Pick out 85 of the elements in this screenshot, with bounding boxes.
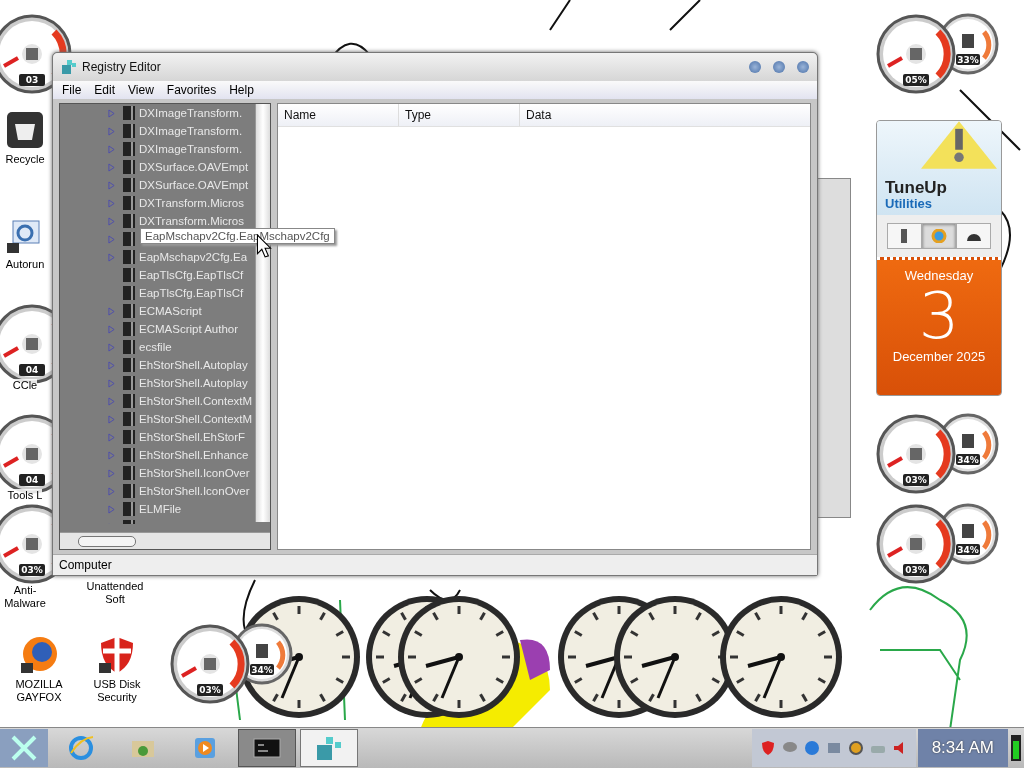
- desktop-icon-label[interactable]: Tools L: [7, 489, 43, 502]
- expand-arrow-icon[interactable]: [108, 144, 115, 154]
- desktop-icon-label[interactable]: Autorun: [5, 258, 45, 271]
- expand-arrow-icon[interactable]: [108, 450, 115, 460]
- menu-item[interactable]: View: [123, 83, 162, 97]
- expand-arrow-icon[interactable]: [108, 414, 115, 424]
- desktop-icon-label[interactable]: Recycle: [5, 153, 45, 166]
- expand-arrow-icon[interactable]: [108, 234, 115, 244]
- expand-arrow-icon[interactable]: [108, 324, 115, 334]
- tree-item[interactable]: DXTransform.Micros: [139, 197, 244, 209]
- expand-arrow-icon[interactable]: [108, 162, 115, 172]
- warning-icon: [921, 121, 997, 169]
- tree-item[interactable]: DXImageTransform.: [139, 107, 243, 119]
- tree-item[interactable]: DXImageTransform.: [139, 125, 243, 137]
- expand-arrow-icon[interactable]: [108, 108, 115, 118]
- color-wheel-icon: [931, 229, 947, 243]
- network-icon[interactable]: [825, 740, 842, 756]
- expand-arrow-icon[interactable]: [108, 198, 115, 208]
- info-icon[interactable]: [803, 740, 820, 756]
- tree-item[interactable]: EapTlsCfg.EapTlsCf: [139, 269, 244, 281]
- expand-arrow-icon[interactable]: [108, 360, 115, 370]
- brand-subtitle: Utilities: [885, 197, 933, 211]
- maximize-button[interactable]: [773, 61, 785, 73]
- window-title: Registry Editor: [82, 60, 162, 74]
- cubes-icon: [61, 59, 77, 75]
- menu-item[interactable]: Edit: [89, 83, 124, 97]
- tree-item[interactable]: ECMAScript: [139, 305, 202, 317]
- tree-item[interactable]: EhStorShell.IconOver: [139, 467, 250, 479]
- expand-arrow-icon[interactable]: [108, 378, 115, 388]
- weekday-label: Wednesday: [904, 268, 974, 283]
- expand-arrow-icon[interactable]: [108, 468, 115, 478]
- expand-arrow-icon[interactable]: [108, 252, 115, 262]
- horizontal-scrollbar[interactable]: [60, 532, 270, 549]
- expand-arrow-icon[interactable]: [108, 486, 115, 496]
- expand-arrow-icon[interactable]: [108, 342, 115, 352]
- system-clock[interactable]: 8:34 AM: [917, 729, 1008, 767]
- tree-item[interactable]: EhStorShell.IconOver: [139, 485, 250, 497]
- x-logo-icon: [9, 733, 39, 763]
- tree-item[interactable]: DXSurface.OAVEmpt: [139, 161, 249, 173]
- menu-item[interactable]: File: [57, 83, 90, 97]
- tree-item[interactable]: EapMschapv2Cfg.Ea: [139, 251, 248, 263]
- column-header[interactable]: Data: [520, 104, 810, 126]
- menu-item[interactable]: Help: [224, 83, 262, 97]
- battery-icon: [1010, 733, 1022, 763]
- fox-globe-icon[interactable]: [19, 635, 59, 675]
- expand-arrow-icon[interactable]: [108, 306, 115, 316]
- recycle-bin-icon[interactable]: [5, 110, 45, 150]
- expand-arrow-icon[interactable]: [108, 396, 115, 406]
- tree-item[interactable]: ELMFile: [139, 503, 182, 515]
- tree-item[interactable]: DXImageTransform.: [139, 143, 243, 155]
- tree-item[interactable]: EhStorShell.ContextM: [139, 395, 253, 407]
- month-year-label: December 2025: [892, 349, 986, 364]
- start-button[interactable]: [0, 729, 48, 767]
- expand-arrow-icon[interactable]: [108, 126, 115, 136]
- expand-arrow-icon[interactable]: [108, 180, 115, 190]
- taskbar-button[interactable]: [300, 729, 358, 767]
- gear-icon[interactable]: [847, 740, 864, 756]
- close-button[interactable]: [797, 61, 809, 73]
- tree-item[interactable]: EhStorShell.Enhance: [139, 449, 249, 461]
- tree-item[interactable]: DXSurface.OAVEmpt: [139, 179, 249, 191]
- minimize-button[interactable]: [749, 61, 761, 73]
- tree-item[interactable]: EhStorShell.Autoplay: [139, 359, 248, 371]
- tree-item[interactable]: ecsfile: [139, 341, 172, 353]
- column-header[interactable]: Type: [399, 104, 520, 126]
- desktop-icon-label[interactable]: CCle: [12, 379, 38, 392]
- battery-tab[interactable]: [887, 223, 922, 249]
- tree-item[interactable]: EhStorShell.Autoplay: [139, 377, 248, 389]
- status-text: Computer: [59, 558, 112, 572]
- menu-item[interactable]: Favorites: [161, 83, 225, 97]
- day-number: 3: [918, 283, 960, 349]
- speedometer-tab[interactable]: [956, 223, 991, 249]
- brand-title: TuneUp: [885, 179, 948, 197]
- expand-arrow-icon[interactable]: [108, 504, 115, 514]
- tree-item[interactable]: EhStorShell.ContextM: [139, 413, 253, 425]
- browser-icon: [66, 733, 96, 763]
- tree-item[interactable]: EhStorShell.EhStorF: [139, 431, 246, 443]
- tree-item[interactable]: EapTlsCfg.EapTlsCf: [139, 287, 244, 299]
- color-wheel-tab[interactable]: [921, 223, 957, 249]
- tooltip: EapMschapv2Cfg.EapMschapv2Cfg: [140, 228, 335, 244]
- tree-item[interactable]: DXTransform.Micros: [139, 215, 244, 227]
- column-header[interactable]: Name: [278, 104, 399, 126]
- tree-item[interactable]: ECMAScript Author: [139, 323, 239, 335]
- taskbar-button[interactable]: [238, 729, 296, 767]
- expand-arrow-icon[interactable]: [108, 432, 115, 442]
- expand-arrow-icon[interactable]: [108, 216, 115, 226]
